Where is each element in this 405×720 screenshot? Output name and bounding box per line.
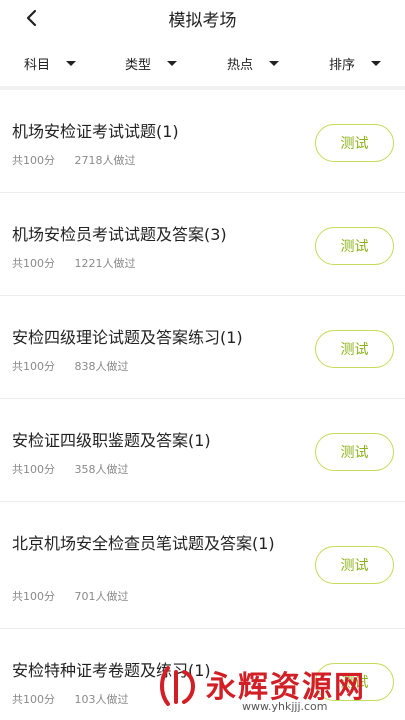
filter-type[interactable]: 类型 bbox=[125, 53, 178, 73]
exam-meta: 共100分 1221人做过 bbox=[12, 255, 152, 271]
exam-total: 共100分 bbox=[12, 154, 55, 167]
filter-hot[interactable]: 热点 bbox=[227, 53, 280, 73]
exam-total: 共100分 bbox=[12, 257, 55, 270]
filter-bar: 科目 类型 热点 排序 bbox=[0, 40, 405, 86]
exam-total: 共100分 bbox=[12, 360, 55, 373]
exam-meta: 共100分 838人做过 bbox=[12, 358, 145, 374]
page-title: 模拟考场 bbox=[168, 11, 237, 31]
exam-total: 共100分 bbox=[12, 590, 55, 603]
exam-total: 共100分 bbox=[12, 463, 55, 476]
list-item[interactable]: 北京机场安全检查员笔试题及答案(1) 共100分 701人做过 测试 bbox=[0, 502, 405, 629]
exam-takers: 701人做过 bbox=[74, 590, 129, 603]
test-button[interactable]: 测试 bbox=[315, 546, 394, 584]
test-button[interactable]: 测试 bbox=[315, 227, 394, 265]
exam-takers: 2718人做过 bbox=[74, 154, 136, 167]
list-item[interactable]: 安检证四级职鉴题及答案(1) 共100分 358人做过 测试 bbox=[0, 399, 405, 502]
caret-down-icon bbox=[167, 60, 178, 66]
exam-title: 机场安检员考试试题及答案(3) bbox=[12, 225, 227, 244]
exam-meta: 共100分 103人做过 bbox=[12, 691, 145, 707]
exam-title: 机场安检证考试试题(1) bbox=[12, 122, 179, 141]
list-item[interactable]: 机场安检员考试试题及答案(3) 共100分 1221人做过 测试 bbox=[0, 193, 405, 296]
exam-title: 安检证四级职鉴题及答案(1) bbox=[12, 431, 211, 450]
exam-takers: 1221人做过 bbox=[74, 257, 136, 270]
filter-sort[interactable]: 排序 bbox=[329, 53, 382, 73]
caret-down-icon bbox=[66, 60, 77, 66]
exam-total: 共100分 bbox=[12, 693, 55, 706]
watermark-url: www.yhkjjj.com bbox=[242, 700, 328, 713]
exam-takers: 838人做过 bbox=[74, 360, 129, 373]
header: 模拟考场 bbox=[0, 0, 405, 38]
filter-label: 热点 bbox=[227, 57, 254, 73]
caret-down-icon bbox=[269, 60, 280, 66]
watermark: 永辉资源网 www.yhkjjj.com bbox=[158, 660, 403, 718]
exam-meta: 共100分 701人做过 bbox=[12, 588, 145, 604]
exam-title: 安检四级理论试题及答案练习(1) bbox=[12, 328, 243, 347]
exam-title: 北京机场安全检查员笔试题及答案(1) bbox=[12, 534, 275, 553]
filter-label: 科目 bbox=[24, 57, 51, 73]
watermark-logo-icon bbox=[160, 666, 195, 706]
list-item[interactable]: 安检四级理论试题及答案练习(1) 共100分 838人做过 测试 bbox=[0, 296, 405, 399]
filter-subject[interactable]: 科目 bbox=[24, 53, 77, 73]
test-button[interactable]: 测试 bbox=[315, 124, 394, 162]
test-button[interactable]: 测试 bbox=[315, 330, 394, 368]
test-button[interactable]: 测试 bbox=[315, 433, 394, 471]
list-item[interactable]: 机场安检证考试试题(1) 共100分 2718人做过 测试 bbox=[0, 90, 405, 193]
exam-takers: 358人做过 bbox=[74, 463, 129, 476]
filter-label: 类型 bbox=[125, 57, 152, 73]
exam-meta: 共100分 358人做过 bbox=[12, 461, 145, 477]
filter-label: 排序 bbox=[329, 57, 356, 73]
exam-takers: 103人做过 bbox=[74, 693, 129, 706]
caret-down-icon bbox=[371, 60, 382, 66]
exam-meta: 共100分 2718人做过 bbox=[12, 152, 152, 168]
